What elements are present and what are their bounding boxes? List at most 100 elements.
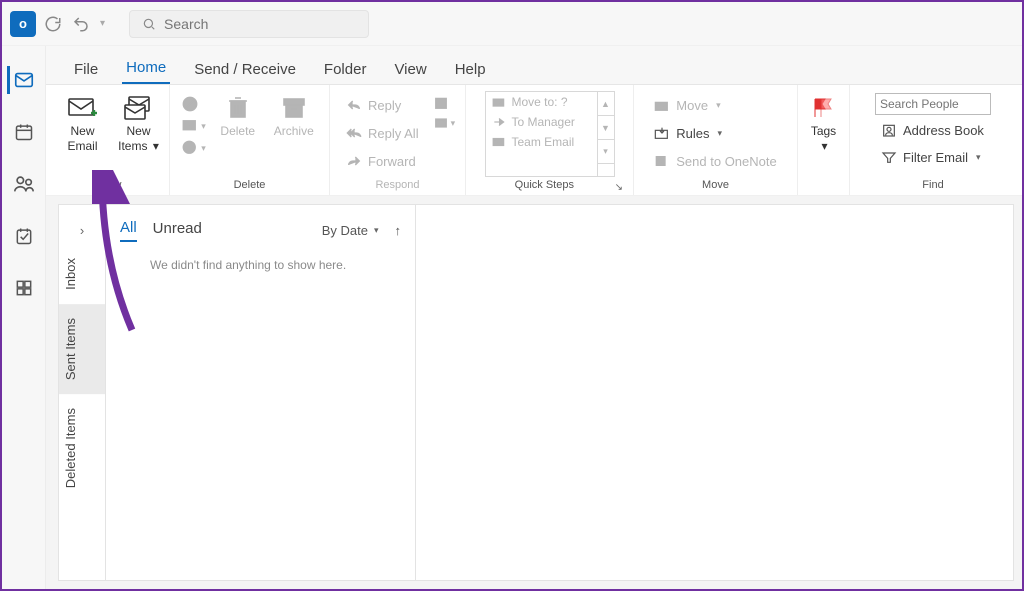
group-find-label: Find xyxy=(858,177,1008,193)
outlook-logo: o xyxy=(10,11,36,37)
tab-file[interactable]: File xyxy=(70,53,102,84)
quick-steps-list[interactable]: Move to: ? To Manager Team Email ▲▼▾ xyxy=(485,91,615,177)
sort-reverse[interactable]: ↑ xyxy=(395,223,402,238)
group-move-label: Move xyxy=(642,177,789,193)
filter-icon xyxy=(881,150,897,164)
rail-todo[interactable] xyxy=(10,222,38,250)
group-move: Move▾ Rules▾ NSend to OneNote Move xyxy=(634,85,798,195)
rail-people[interactable] xyxy=(10,170,38,198)
title-bar: o ▾ xyxy=(2,2,1022,46)
quick-steps-launcher[interactable]: ↘ xyxy=(615,182,623,193)
svg-text:N: N xyxy=(658,157,663,166)
qat-dropdown-icon[interactable]: ▾ xyxy=(100,18,105,29)
empty-state-text: We didn't find anything to show here. xyxy=(120,242,401,272)
expand-folder-pane[interactable]: › xyxy=(74,217,90,244)
tab-view[interactable]: View xyxy=(390,53,430,84)
reply-icon xyxy=(346,98,362,112)
search-input[interactable] xyxy=(164,16,344,32)
new-email-icon xyxy=(67,93,99,123)
tab-help[interactable]: Help xyxy=(451,53,490,84)
group-new-label: New xyxy=(60,177,161,193)
group-new: New Email New Items ▾ New xyxy=(52,85,170,195)
group-quick-steps-label: Quick Steps xyxy=(474,177,615,193)
address-book-button[interactable]: Address Book xyxy=(875,118,991,142)
message-list: All Unread By Date ▾ ↑ We didn't find an… xyxy=(106,204,416,581)
folder-pane-collapsed: › Inbox Sent Items Deleted Items xyxy=(58,204,106,581)
delete-button[interactable]: Delete xyxy=(212,91,264,171)
group-tags-label xyxy=(806,177,841,193)
rail-calendar[interactable] xyxy=(10,118,38,146)
trash-icon xyxy=(226,93,250,123)
mail-icon xyxy=(492,136,506,148)
app-rail xyxy=(2,46,46,589)
folder-deleted-items[interactable]: Deleted Items xyxy=(59,394,105,502)
new-email-button[interactable]: New Email xyxy=(57,91,109,171)
archive-label: Archive xyxy=(274,125,314,138)
onenote-icon: N xyxy=(654,154,670,168)
tab-folder[interactable]: Folder xyxy=(320,53,371,84)
undo-icon[interactable] xyxy=(72,15,90,33)
tags-button[interactable]: Tags ▾ xyxy=(798,91,850,171)
apps-grid-icon xyxy=(14,278,34,298)
tab-send-receive[interactable]: Send / Receive xyxy=(190,53,300,84)
reply-button[interactable]: Reply xyxy=(340,93,425,117)
rules-button[interactable]: Rules▾ xyxy=(648,121,782,145)
group-respond-label: Respond xyxy=(338,177,457,193)
new-items-button[interactable]: New Items ▾ xyxy=(113,91,165,171)
reply-all-button[interactable]: Reply All xyxy=(340,121,425,145)
ignore-icon[interactable] xyxy=(181,95,206,113)
forward-button[interactable]: Forward xyxy=(340,149,425,173)
new-items-label1: New xyxy=(126,125,150,138)
rail-mail[interactable] xyxy=(7,66,38,94)
delete-small-col: ▾ ▾ xyxy=(179,91,208,159)
tags-caret: ▾ xyxy=(821,140,827,153)
meeting-icon[interactable] xyxy=(433,95,456,111)
body-area: › Inbox Sent Items Deleted Items All Unr… xyxy=(46,196,1022,589)
group-quick-steps: Move to: ? To Manager Team Email ▲▼▾ Qui… xyxy=(466,85,634,195)
filter-email-button[interactable]: Filter Email▾ xyxy=(875,145,991,169)
qs-move-to[interactable]: Move to: ? xyxy=(486,92,597,112)
tab-home[interactable]: Home xyxy=(122,51,170,84)
search-box[interactable] xyxy=(129,10,369,38)
search-icon xyxy=(142,17,156,31)
flag-icon xyxy=(811,93,837,123)
new-email-label2: Email xyxy=(67,140,97,153)
search-people-input[interactable] xyxy=(875,93,991,115)
reply-all-icon xyxy=(346,126,362,140)
cleanup-icon[interactable]: ▾ xyxy=(181,117,206,135)
qs-scroll[interactable]: ▲▼▾ xyxy=(597,92,614,176)
rail-apps[interactable] xyxy=(10,274,38,302)
group-delete: ▾ ▾ Delete Archive Delete xyxy=(170,85,330,195)
qs-to-manager[interactable]: To Manager xyxy=(486,112,597,132)
filter-unread[interactable]: Unread xyxy=(153,220,202,241)
new-items-label2: Items ▾ xyxy=(118,140,159,153)
reading-pane xyxy=(416,204,1014,581)
more-respond-icon[interactable]: ▾ xyxy=(433,115,456,131)
qs-team-email[interactable]: Team Email xyxy=(486,132,597,152)
menu-bar: File Home Send / Receive Folder View Hel… xyxy=(46,46,1022,84)
folder-sent-items[interactable]: Sent Items xyxy=(59,304,105,394)
onenote-button[interactable]: NSend to OneNote xyxy=(648,149,782,173)
new-items-icon xyxy=(123,93,155,123)
sort-by-date[interactable]: By Date ▾ xyxy=(322,223,379,238)
refresh-icon[interactable] xyxy=(44,15,62,33)
filter-all[interactable]: All xyxy=(120,219,137,242)
archive-button[interactable]: Archive xyxy=(268,91,320,171)
mail-icon xyxy=(13,69,35,91)
group-find: Address Book Filter Email▾ Find xyxy=(850,85,1016,195)
delete-label: Delete xyxy=(220,125,255,138)
move-folder-icon xyxy=(654,98,670,112)
checkmark-icon xyxy=(14,226,34,246)
folder-inbox[interactable]: Inbox xyxy=(59,244,105,304)
ribbon: New Email New Items ▾ New xyxy=(46,84,1022,196)
junk-icon[interactable]: ▾ xyxy=(181,139,206,157)
new-email-label1: New xyxy=(70,125,94,138)
folder-move-icon xyxy=(492,96,506,108)
rules-icon xyxy=(654,126,670,140)
message-filter-bar: All Unread By Date ▾ ↑ xyxy=(120,219,401,242)
tags-label: Tags xyxy=(811,125,836,138)
group-tags: Tags ▾ xyxy=(798,85,850,195)
people-icon xyxy=(13,173,35,195)
move-button[interactable]: Move▾ xyxy=(648,93,782,117)
group-respond: Reply Reply All Forward ▾ Respond xyxy=(330,85,466,195)
